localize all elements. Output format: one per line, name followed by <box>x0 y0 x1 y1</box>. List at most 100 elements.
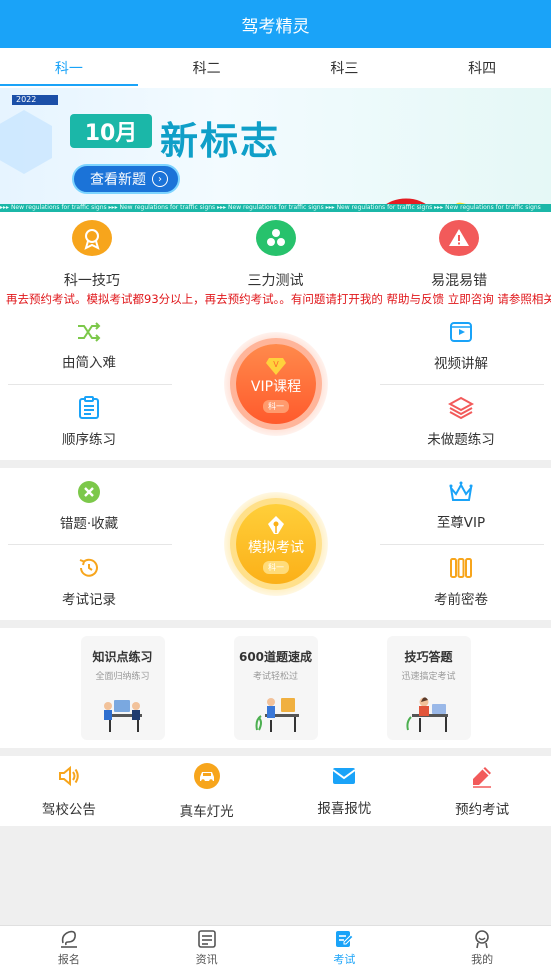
service-label: 驾校公告 <box>41 802 96 818</box>
exam-records-button[interactable]: 考试记录 <box>6 544 172 620</box>
page-title: 驾考精灵 <box>241 16 310 37</box>
banner-cta-label: 查看新题 <box>90 172 146 188</box>
tips-entry[interactable]: 科一技巧 <box>0 212 184 290</box>
service-label: 预约考试 <box>455 802 510 818</box>
promo-banner[interactable]: 2022 10月 新标志 查看新题 › ▸▸▸ New regulations … <box>0 88 551 212</box>
cell-label: 考试记录 <box>62 592 116 608</box>
knowledge-practice-card[interactable]: 知识点练习 全面归纳练习 <box>80 636 165 740</box>
papers-icon <box>450 558 472 578</box>
practice-card: 由简入难 顺序练习 视频讲解 未做题练习 V VIP课程 科一 <box>0 308 551 460</box>
confusing-errors-entry[interactable]: 易混易错 <box>367 212 551 290</box>
banner-headline: 新标志 <box>160 119 281 163</box>
service-label: 真车灯光 <box>179 804 234 820</box>
divider <box>380 544 544 545</box>
section-gap <box>0 460 551 468</box>
mock-exam-label: 模拟考试 <box>248 539 304 556</box>
nav-label: 我的 <box>471 952 494 966</box>
tab-subject-4[interactable]: 科四 <box>413 48 551 88</box>
premium-vip-button[interactable]: 至尊VIP <box>378 468 544 544</box>
feature-subtitle: 考试轻松过 <box>252 672 298 682</box>
chevron-right-icon: › <box>152 171 168 187</box>
feature-title: 知识点练习 <box>92 650 153 664</box>
vip-course-button[interactable]: V VIP课程 科一 <box>224 332 328 436</box>
feature-subtitle: 全面归纳练习 <box>95 672 150 682</box>
tab-subject-2[interactable]: 科二 <box>138 48 276 88</box>
book-exam-button[interactable]: 预约考试 <box>413 756 551 826</box>
tab-label: 科一 <box>54 61 83 77</box>
desk-illustration-icon <box>255 698 299 732</box>
answer-tips-card[interactable]: 技巧答题 迅速搞定考试 <box>386 636 471 740</box>
tab-label: 科三 <box>330 61 359 77</box>
news-feedback-button[interactable]: 报喜报忧 <box>276 756 414 826</box>
feature-title: 技巧答题 <box>404 650 453 664</box>
close-circle-icon <box>78 481 100 503</box>
sign-up-icon <box>60 930 77 948</box>
nav-item-signup[interactable]: 报名 <box>0 926 138 969</box>
speaker-icon <box>58 765 79 787</box>
secret-papers-button[interactable]: 考前密卷 <box>378 544 544 620</box>
cell-label: 至尊VIP <box>436 515 486 531</box>
cell-label: 未做题练习 <box>427 432 495 448</box>
subject-tag: 科一 <box>263 399 289 413</box>
crown-icon <box>449 481 473 501</box>
service-row: 驾校公告 真车灯光 报喜报忧 预约考试 <box>0 756 551 826</box>
news-icon <box>197 929 216 948</box>
shuffle-icon <box>78 322 101 342</box>
sequential-practice-button[interactable]: 顺序练习 <box>6 384 172 460</box>
nav-item-exam[interactable]: 考试 <box>276 926 414 969</box>
nav-item-profile[interactable]: 我的 <box>413 926 551 969</box>
mock-exam-button[interactable]: 模拟考试 科一 <box>224 492 328 596</box>
nav-label: 资讯 <box>195 952 218 966</box>
cell-label: 视频讲解 <box>434 356 488 372</box>
tab-subject-1[interactable]: 科一 <box>0 48 138 88</box>
quick-entry-label: 三力测试 <box>247 273 304 289</box>
section-gap <box>0 748 551 756</box>
banner-ticker: ▸▸▸ New regulations for traffic signs ▸▸… <box>0 204 551 212</box>
cell-label: 由简入难 <box>62 355 116 371</box>
subject-tabs: 科一 科二 科三 科四 <box>0 48 551 88</box>
medal-icon <box>71 220 112 256</box>
app-header: 驾考精灵 <box>0 0 551 48</box>
quick-entry-label: 科一技巧 <box>63 273 120 289</box>
subject-tag: 科一 <box>263 560 289 574</box>
banner-stripes <box>44 95 58 105</box>
feature-subtitle: 迅速搞定考试 <box>401 672 456 682</box>
car-lights-button[interactable]: 真车灯光 <box>138 756 276 826</box>
exam-icon <box>336 930 355 947</box>
cell-label: 错题·收藏 <box>59 516 119 532</box>
mistakes-favorites-button[interactable]: 错题·收藏 <box>6 468 172 544</box>
video-lecture-button[interactable]: 视频讲解 <box>378 308 544 384</box>
clipboard-icon <box>79 396 99 419</box>
pen-nib-icon <box>268 515 284 534</box>
diamond-icon: V <box>266 357 286 375</box>
banner-hexagon <box>0 110 52 174</box>
three-ability-test-entry[interactable]: 三力测试 <box>184 212 368 290</box>
divider <box>8 384 172 385</box>
app-root: 驾考精灵 科一 科二 科三 科四 2022 10月 新标志 查看新题 › ▸▸▸… <box>0 0 551 969</box>
easy-to-hard-button[interactable]: 由简入难 <box>6 308 172 384</box>
tab-label: 科二 <box>192 61 221 77</box>
unanswered-practice-button[interactable]: 未做题练习 <box>378 384 544 460</box>
school-notice-button[interactable]: 驾校公告 <box>0 756 138 826</box>
cell-label: 考前密卷 <box>434 592 488 608</box>
nav-item-news[interactable]: 资讯 <box>138 926 276 969</box>
section-gap <box>0 620 551 628</box>
divider <box>380 384 544 385</box>
speed-course-card[interactable]: 600道题速成 考试轻松过 <box>233 636 318 740</box>
cell-label: 顺序练习 <box>62 432 116 448</box>
warning-icon <box>439 220 480 256</box>
tab-label: 科四 <box>468 61 497 77</box>
exam-card: 错题·收藏 考试记录 至尊VIP 考前密卷 模拟考试 科一 <box>0 468 551 620</box>
divider <box>8 544 172 545</box>
quick-entry-label: 易混易错 <box>431 273 488 289</box>
car-icon <box>193 763 220 789</box>
banner-cta-button[interactable]: 查看新题 › <box>72 164 180 194</box>
profile-icon <box>475 929 489 948</box>
layers-icon <box>448 396 474 420</box>
tab-subject-3[interactable]: 科三 <box>276 48 414 88</box>
banner-month: 10月 <box>70 114 152 148</box>
mail-icon <box>332 768 356 784</box>
nav-label: 报名 <box>57 952 80 966</box>
study-illustration-icon <box>103 700 142 732</box>
svg-text:V: V <box>273 360 279 369</box>
